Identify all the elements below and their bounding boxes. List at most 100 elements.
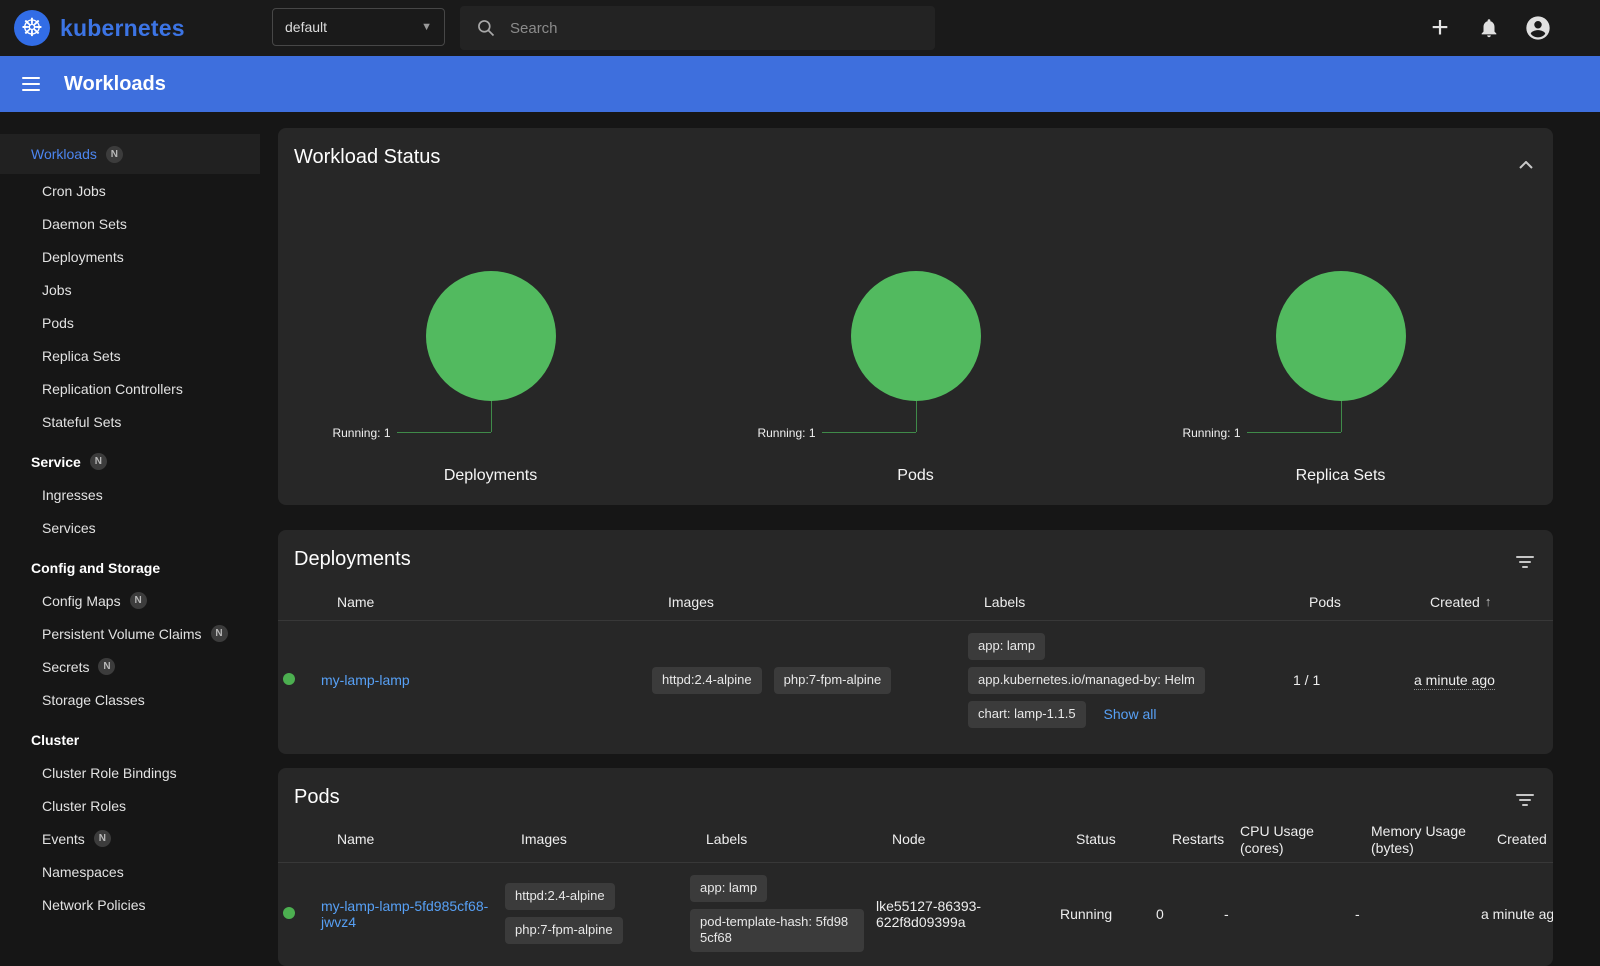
deployment-row: my-lamp-lamp httpd:2.4-alpine php:7-fpm-… xyxy=(278,621,1553,742)
images-cell: httpd:2.4-alpine php:7-fpm-alpine xyxy=(652,667,968,694)
sidebar-item-ingresses[interactable]: Ingresses xyxy=(0,478,260,511)
sidebar-item-deployments[interactable]: Deployments xyxy=(0,240,260,273)
sidebar-item-daemon-sets[interactable]: Daemon Sets xyxy=(0,207,260,240)
sidebar-item-events[interactable]: Events N xyxy=(0,822,260,855)
namespaced-badge: N xyxy=(90,453,107,470)
pod-memory-usage: - xyxy=(1355,906,1481,922)
kubernetes-logo-icon: ☸ xyxy=(14,10,50,46)
pods-ready-count: 1 / 1 xyxy=(1293,672,1414,688)
namespaced-badge: N xyxy=(211,625,228,642)
menu-hamburger-icon[interactable] xyxy=(22,73,40,95)
deployments-card: Deployments Name Images Labels Pods Crea… xyxy=(278,530,1553,754)
pod-status: Running xyxy=(1060,906,1156,922)
sidebar-item-config-maps[interactable]: Config Maps N xyxy=(0,584,260,617)
search-bar[interactable] xyxy=(460,6,935,50)
column-header-node: Node xyxy=(892,831,1076,849)
donut-running-slice xyxy=(851,271,981,401)
create-resource-icon[interactable]: + xyxy=(1426,13,1454,43)
sidebar-section-cluster[interactable]: Cluster xyxy=(0,723,260,756)
main-content: Workload Status Running: 1 Deployments R… xyxy=(278,128,1553,966)
collapse-card-icon[interactable] xyxy=(1517,154,1535,176)
search-icon xyxy=(476,18,496,38)
annotation-connector xyxy=(1247,432,1341,433)
pods-table-header: Name Images Labels Node Status Restarts … xyxy=(278,819,1553,863)
filter-icon[interactable] xyxy=(1515,794,1535,806)
sidebar-item-services[interactable]: Services xyxy=(0,511,260,544)
pods-card-title: Pods xyxy=(294,786,340,809)
status-ok-dot xyxy=(283,907,295,919)
images-cell: httpd:2.4-alpine php:7-fpm-alpine xyxy=(505,883,690,944)
workload-status-charts: Running: 1 Deployments Running: 1 Pods R… xyxy=(278,271,1553,496)
page-title: Workloads xyxy=(64,73,166,96)
chevron-down-icon: ▼ xyxy=(421,21,432,33)
namespace-selector[interactable]: default ▼ xyxy=(272,8,445,46)
search-input[interactable] xyxy=(510,20,919,37)
deployments-card-title: Deployments xyxy=(294,548,411,571)
sidebar-item-cron-jobs[interactable]: Cron Jobs xyxy=(0,174,260,207)
sidebar-item-stateful-sets[interactable]: Stateful Sets xyxy=(0,405,260,438)
sidebar-item-workloads[interactable]: Workloads N xyxy=(0,134,260,174)
donut-annotation: Running: 1 xyxy=(332,426,390,440)
namespaced-badge: N xyxy=(130,592,147,609)
sidebar-item-storage-classes[interactable]: Storage Classes xyxy=(0,683,260,716)
donut-chart-title: Replica Sets xyxy=(1128,467,1553,485)
namespaced-badge: N xyxy=(94,830,111,847)
user-account-icon[interactable] xyxy=(1524,14,1552,42)
brand-name: kubernetes xyxy=(60,15,185,42)
sidebar-item-cluster-roles[interactable]: Cluster Roles xyxy=(0,789,260,822)
sidebar-item-replica-sets[interactable]: Replica Sets xyxy=(0,339,260,372)
column-header-name[interactable]: Name xyxy=(337,831,521,849)
pod-restarts: 0 xyxy=(1156,906,1224,922)
donut-annotation: Running: 1 xyxy=(757,426,815,440)
sidebar-item-cluster-role-bindings[interactable]: Cluster Role Bindings xyxy=(0,756,260,789)
column-header-status: Status xyxy=(1076,831,1172,849)
column-header-created[interactable]: Created ↑ xyxy=(1430,594,1529,612)
top-bar: ☸ kubernetes default ▼ + xyxy=(0,0,1600,56)
created-timestamp: a minute ago xyxy=(1414,672,1495,690)
deployments-table-header: Name Images Labels Pods Created ↑ xyxy=(278,585,1553,621)
namespaced-badge: N xyxy=(98,658,115,675)
pods-card: Pods Name Images Labels Node Status Rest… xyxy=(278,768,1553,966)
sidebar-item-namespaces[interactable]: Namespaces xyxy=(0,855,260,888)
sidebar-item-pods[interactable]: Pods xyxy=(0,306,260,339)
column-header-pods: Pods xyxy=(1309,594,1430,612)
annotation-connector xyxy=(397,432,491,433)
sidebar-nav: Workloads N Cron Jobs Daemon Sets Deploy… xyxy=(0,112,260,946)
pod-name-link[interactable]: my-lamp-lamp-5fd985cf68-jwvz4 xyxy=(321,898,488,930)
image-chip: php:7-fpm-alpine xyxy=(505,917,623,944)
column-header-images: Images xyxy=(668,594,984,612)
sidebar-item-secrets[interactable]: Secrets N xyxy=(0,650,260,683)
donut-annotation: Running: 1 xyxy=(1182,426,1240,440)
show-all-labels-link[interactable]: Show all xyxy=(1104,706,1157,722)
sidebar-item-network-policies[interactable]: Network Policies xyxy=(0,888,260,921)
labels-cell: app: lamp app.kubernetes.io/managed-by: … xyxy=(968,633,1293,728)
sidebar-item-label: Workloads xyxy=(31,146,97,162)
sidebar-section-service[interactable]: Service N xyxy=(0,445,260,478)
deployment-name-link[interactable]: my-lamp-lamp xyxy=(321,672,410,688)
notifications-bell-icon[interactable] xyxy=(1478,17,1500,39)
sidebar-item-replication-controllers[interactable]: Replication Controllers xyxy=(0,372,260,405)
column-header-name[interactable]: Name xyxy=(337,594,668,612)
annotation-connector xyxy=(1341,401,1342,432)
donut-running-slice xyxy=(426,271,556,401)
annotation-connector xyxy=(822,432,916,433)
sidebar-item-jobs[interactable]: Jobs xyxy=(0,273,260,306)
filter-icon[interactable] xyxy=(1515,556,1535,568)
donut-chart-title: Pods xyxy=(703,467,1128,485)
replica-sets-donut-chart: Running: 1 Replica Sets xyxy=(1128,271,1553,496)
column-header-images: Images xyxy=(521,831,706,849)
column-header-labels: Labels xyxy=(706,831,892,849)
sidebar-item-persistent-volume-claims[interactable]: Persistent Volume Claims N xyxy=(0,617,260,650)
pod-row: my-lamp-lamp-5fd985cf68-jwvz4 httpd:2.4-… xyxy=(278,863,1553,966)
label-chip: app: lamp xyxy=(968,633,1045,660)
kubernetes-brand[interactable]: ☸ kubernetes xyxy=(14,10,185,46)
pods-donut-chart: Running: 1 Pods xyxy=(703,271,1128,496)
column-header-created[interactable]: Created ↑ xyxy=(1497,831,1549,849)
label-chip: app.kubernetes.io/managed-by: Helm xyxy=(968,667,1205,694)
sidebar-section-config-and-storage[interactable]: Config and Storage xyxy=(0,551,260,584)
topbar-actions: + xyxy=(1426,0,1552,56)
annotation-connector xyxy=(491,401,492,432)
donut-running-slice xyxy=(1276,271,1406,401)
column-header-cpu-usage: CPU Usage (cores) xyxy=(1240,823,1371,858)
labels-cell: app: lamp pod-template-hash: 5fd985cf68 xyxy=(690,875,876,953)
